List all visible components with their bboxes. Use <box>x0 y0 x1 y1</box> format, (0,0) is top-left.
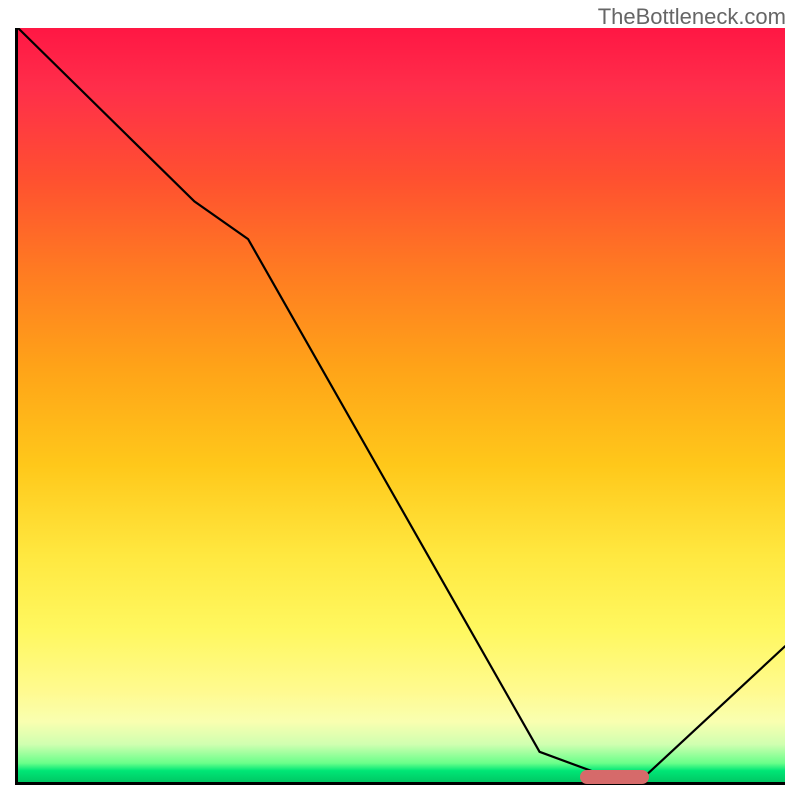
optimal-range-marker <box>580 770 649 784</box>
chart-plot-area <box>15 28 785 785</box>
bottleneck-curve-path <box>18 28 785 774</box>
watermark-text: TheBottleneck.com <box>598 4 786 30</box>
chart-curve-svg <box>18 28 785 782</box>
